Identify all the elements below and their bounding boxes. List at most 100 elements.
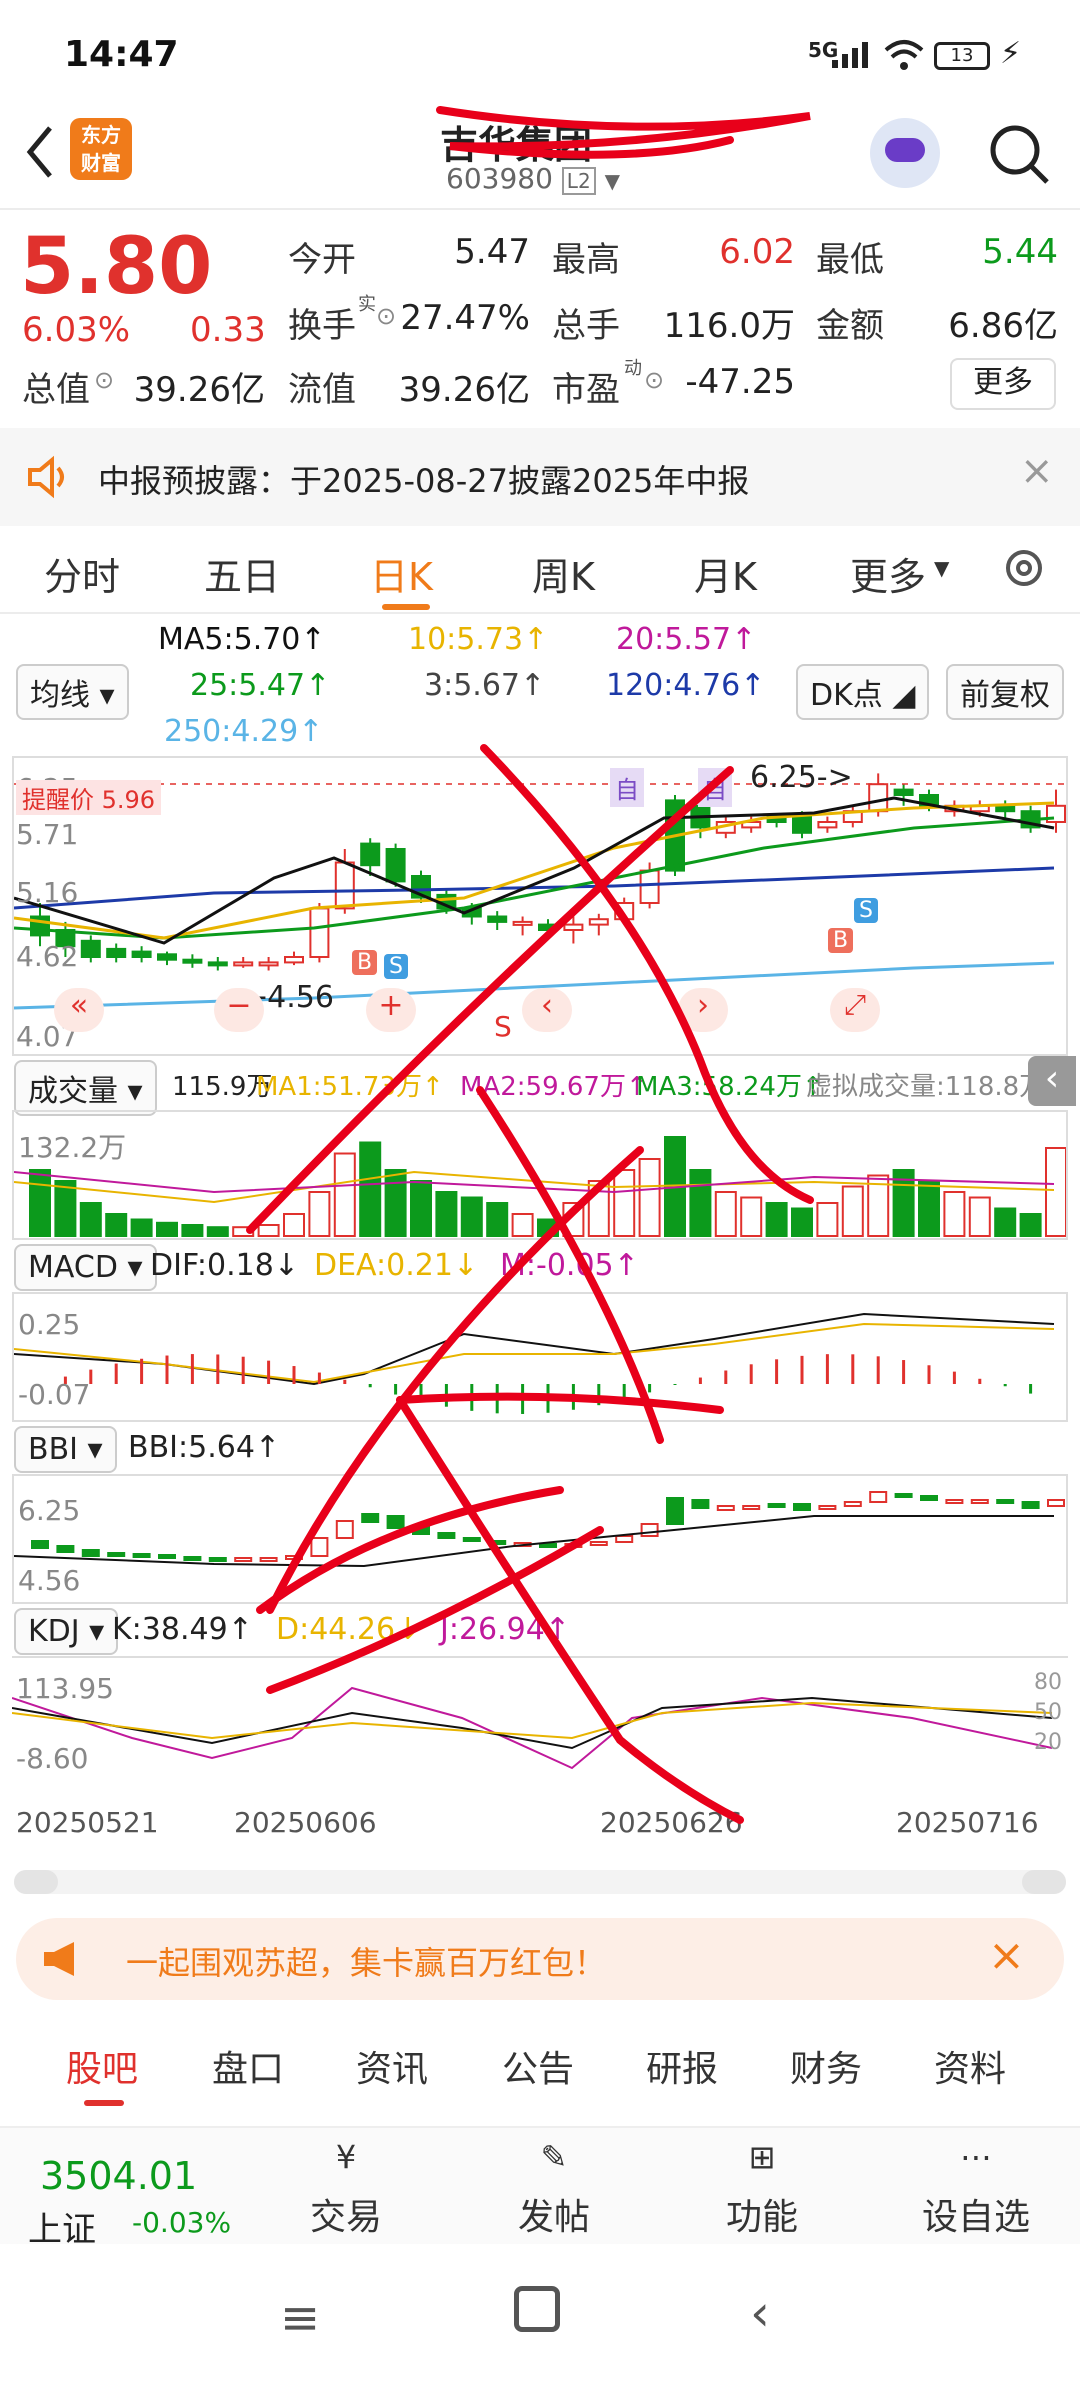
scroll-handle-right[interactable] — [1022, 1870, 1066, 1894]
edit-icon: ✎ — [540, 2138, 568, 2176]
system-nav-bar: ≡ ‹ — [0, 2250, 1080, 2400]
dk-label: DK点 — [810, 678, 883, 713]
ma20-label: 20:5.57↑ — [616, 622, 757, 657]
quote-value: 39.26亿 — [398, 370, 530, 410]
close-icon[interactable]: × — [1020, 448, 1054, 494]
quote-label: 总手 — [552, 306, 620, 346]
quote-label: 最低 — [816, 240, 884, 280]
quote-label: 市盈 — [552, 370, 620, 410]
ma-legend: MA5:5.70↑ 10:5.73↑ 20:5.57↑ 均线 ▾ 25:5.47… — [0, 618, 1080, 749]
quote-label: 换手 — [288, 306, 356, 346]
scroll-handle-left[interactable] — [14, 1870, 58, 1894]
index-value: 3504.01 — [40, 2154, 198, 2198]
index-name: 上证 — [28, 2210, 96, 2250]
more-icon: ⋯ — [960, 2138, 992, 2176]
fuquan-button[interactable]: 前复权 — [946, 664, 1064, 720]
tab-finance[interactable]: 财务 — [790, 2040, 862, 2092]
yen-icon: ¥ — [335, 2138, 357, 2176]
dock-post[interactable]: ✎ 发帖 — [504, 2138, 604, 2240]
ma120-label: 120:4.76↑ — [606, 668, 766, 703]
ma25-label: 25:5.47↑ — [190, 668, 331, 703]
tab-more[interactable]: 更多 — [850, 546, 926, 601]
menu-icon[interactable]: ≡ — [280, 2290, 320, 2346]
index-widget[interactable]: 3504.01 上证 -0.03% — [20, 2136, 260, 2250]
megaphone-icon — [44, 1942, 74, 1976]
settings-icon[interactable] — [998, 542, 1050, 594]
quote-value: -47.25 — [685, 362, 795, 402]
chevron-down-icon: ▼ — [604, 169, 620, 193]
tab-monthly-k[interactable]: 月K — [694, 546, 757, 601]
ma10-label: 10:5.73↑ — [408, 622, 549, 657]
scribble-annotation — [246, 744, 814, 1824]
back-icon[interactable] — [20, 122, 60, 182]
charging-icon: ⚡ — [1000, 36, 1022, 71]
quote-label: 总值 — [22, 370, 90, 410]
wifi-icon — [884, 40, 924, 70]
junxian-dropdown[interactable]: 均线 ▾ — [16, 664, 129, 720]
tabs-divider — [0, 612, 1080, 614]
info-icon[interactable]: ⊙ — [94, 366, 114, 394]
close-icon[interactable]: × — [988, 1930, 1025, 1981]
promo-banner[interactable]: 一起围观苏超，集卡赢百万红包！ × — [16, 1918, 1064, 2000]
quote-label: 流值 — [288, 370, 356, 410]
back-nav-icon[interactable]: ‹ — [750, 2284, 770, 2342]
signal-icon — [832, 42, 868, 68]
notice-bar[interactable]: 中报预披露：于2025-08-27披露2025年中报 × — [0, 428, 1080, 526]
logo-text-bottom: 财富 — [81, 151, 121, 175]
dock-add-watchlist[interactable]: ⋯ 设自选 — [906, 2138, 1046, 2240]
quote-value: 6.86亿 — [948, 306, 1058, 346]
tab-weekly-k[interactable]: 周K — [532, 546, 595, 601]
dk-point-button[interactable]: DK点 ◢ — [796, 664, 930, 720]
junxian-label: 均线 — [30, 678, 90, 713]
tab-guba[interactable]: 股吧 — [66, 2040, 138, 2092]
battery-level: 13 — [950, 45, 974, 66]
home-icon[interactable] — [514, 2286, 560, 2332]
status-bar: 14:47 5G 13 ⚡ — [0, 0, 1080, 110]
notice-text: 中报预披露：于2025-08-27披露2025年中报 — [98, 462, 750, 500]
assistant-avatar[interactable] — [870, 118, 940, 188]
quote-value: 39.26亿 — [133, 370, 265, 410]
chevron-down-icon: ▼ — [934, 556, 950, 580]
quote-label: 金额 — [816, 306, 884, 346]
info-icon[interactable]: ⊙ — [376, 302, 396, 330]
quote-superscript: 实 — [358, 294, 376, 315]
app-logo[interactable]: 东方 财富 — [70, 118, 132, 180]
battery-icon: 13 — [934, 42, 990, 70]
status-time: 14:47 — [64, 34, 179, 75]
header-divider — [0, 208, 1080, 210]
dock-trade[interactable]: ¥ 交易 — [296, 2138, 396, 2240]
active-tab-indicator — [382, 604, 430, 610]
quote-value: 5.44 — [982, 232, 1058, 272]
level-badge: L2 — [561, 167, 596, 195]
tab-pankou[interactable]: 盘口 — [212, 2040, 284, 2092]
dock-functions[interactable]: ⊞ 功能 — [712, 2138, 812, 2240]
tab-daily-k[interactable]: 日K — [370, 546, 433, 601]
dock-label: 发帖 — [517, 2197, 590, 2238]
dock-label: 设自选 — [921, 2197, 1030, 2238]
tab-profile[interactable]: 资料 — [934, 2040, 1006, 2092]
active-tab-indicator — [84, 2100, 124, 2106]
chart-tabs: 分时 五日 日K 周K 月K 更多 ▼ — [0, 526, 1080, 616]
scribble-annotation — [436, 106, 811, 159]
more-button[interactable]: 更多 — [950, 358, 1056, 410]
quote-label: 今开 — [288, 240, 356, 280]
tab-intraday[interactable]: 分时 — [44, 546, 120, 601]
search-icon[interactable] — [985, 120, 1055, 190]
chart-scrollbar[interactable] — [14, 1870, 1066, 1894]
quote-value: 116.0万 — [663, 306, 795, 346]
ma3-label: 3:5.67↑ — [424, 668, 546, 703]
quote-label: 最高 — [552, 240, 620, 280]
tab-five-day[interactable]: 五日 — [204, 546, 280, 601]
bottom-tabs: 股吧 盘口 资讯 公告 研报 财务 资料 — [0, 2016, 1080, 2116]
quote-grid: 今开 5.47 最高 6.02 最低 5.44 换手 实 ⊙ 27.47% 总手… — [0, 228, 1080, 428]
tab-news[interactable]: 资讯 — [356, 2040, 428, 2092]
tab-announcement[interactable]: 公告 — [502, 2040, 574, 2092]
promo-text: 一起围观苏超，集卡赢百万红包！ — [126, 1944, 607, 1982]
tab-research[interactable]: 研报 — [646, 2040, 718, 2092]
logo-text-top: 东方 — [81, 123, 121, 147]
grid-icon: ⊞ — [748, 2138, 776, 2176]
quote-superscript: 动 — [624, 358, 642, 379]
bottom-dock: 3504.01 上证 -0.03% ¥ 交易 ✎ 发帖 ⊞ 功能 ⋯ 设自选 — [0, 2126, 1080, 2250]
dock-label: 功能 — [725, 2197, 798, 2238]
quote-value: 5.47 — [454, 232, 530, 272]
